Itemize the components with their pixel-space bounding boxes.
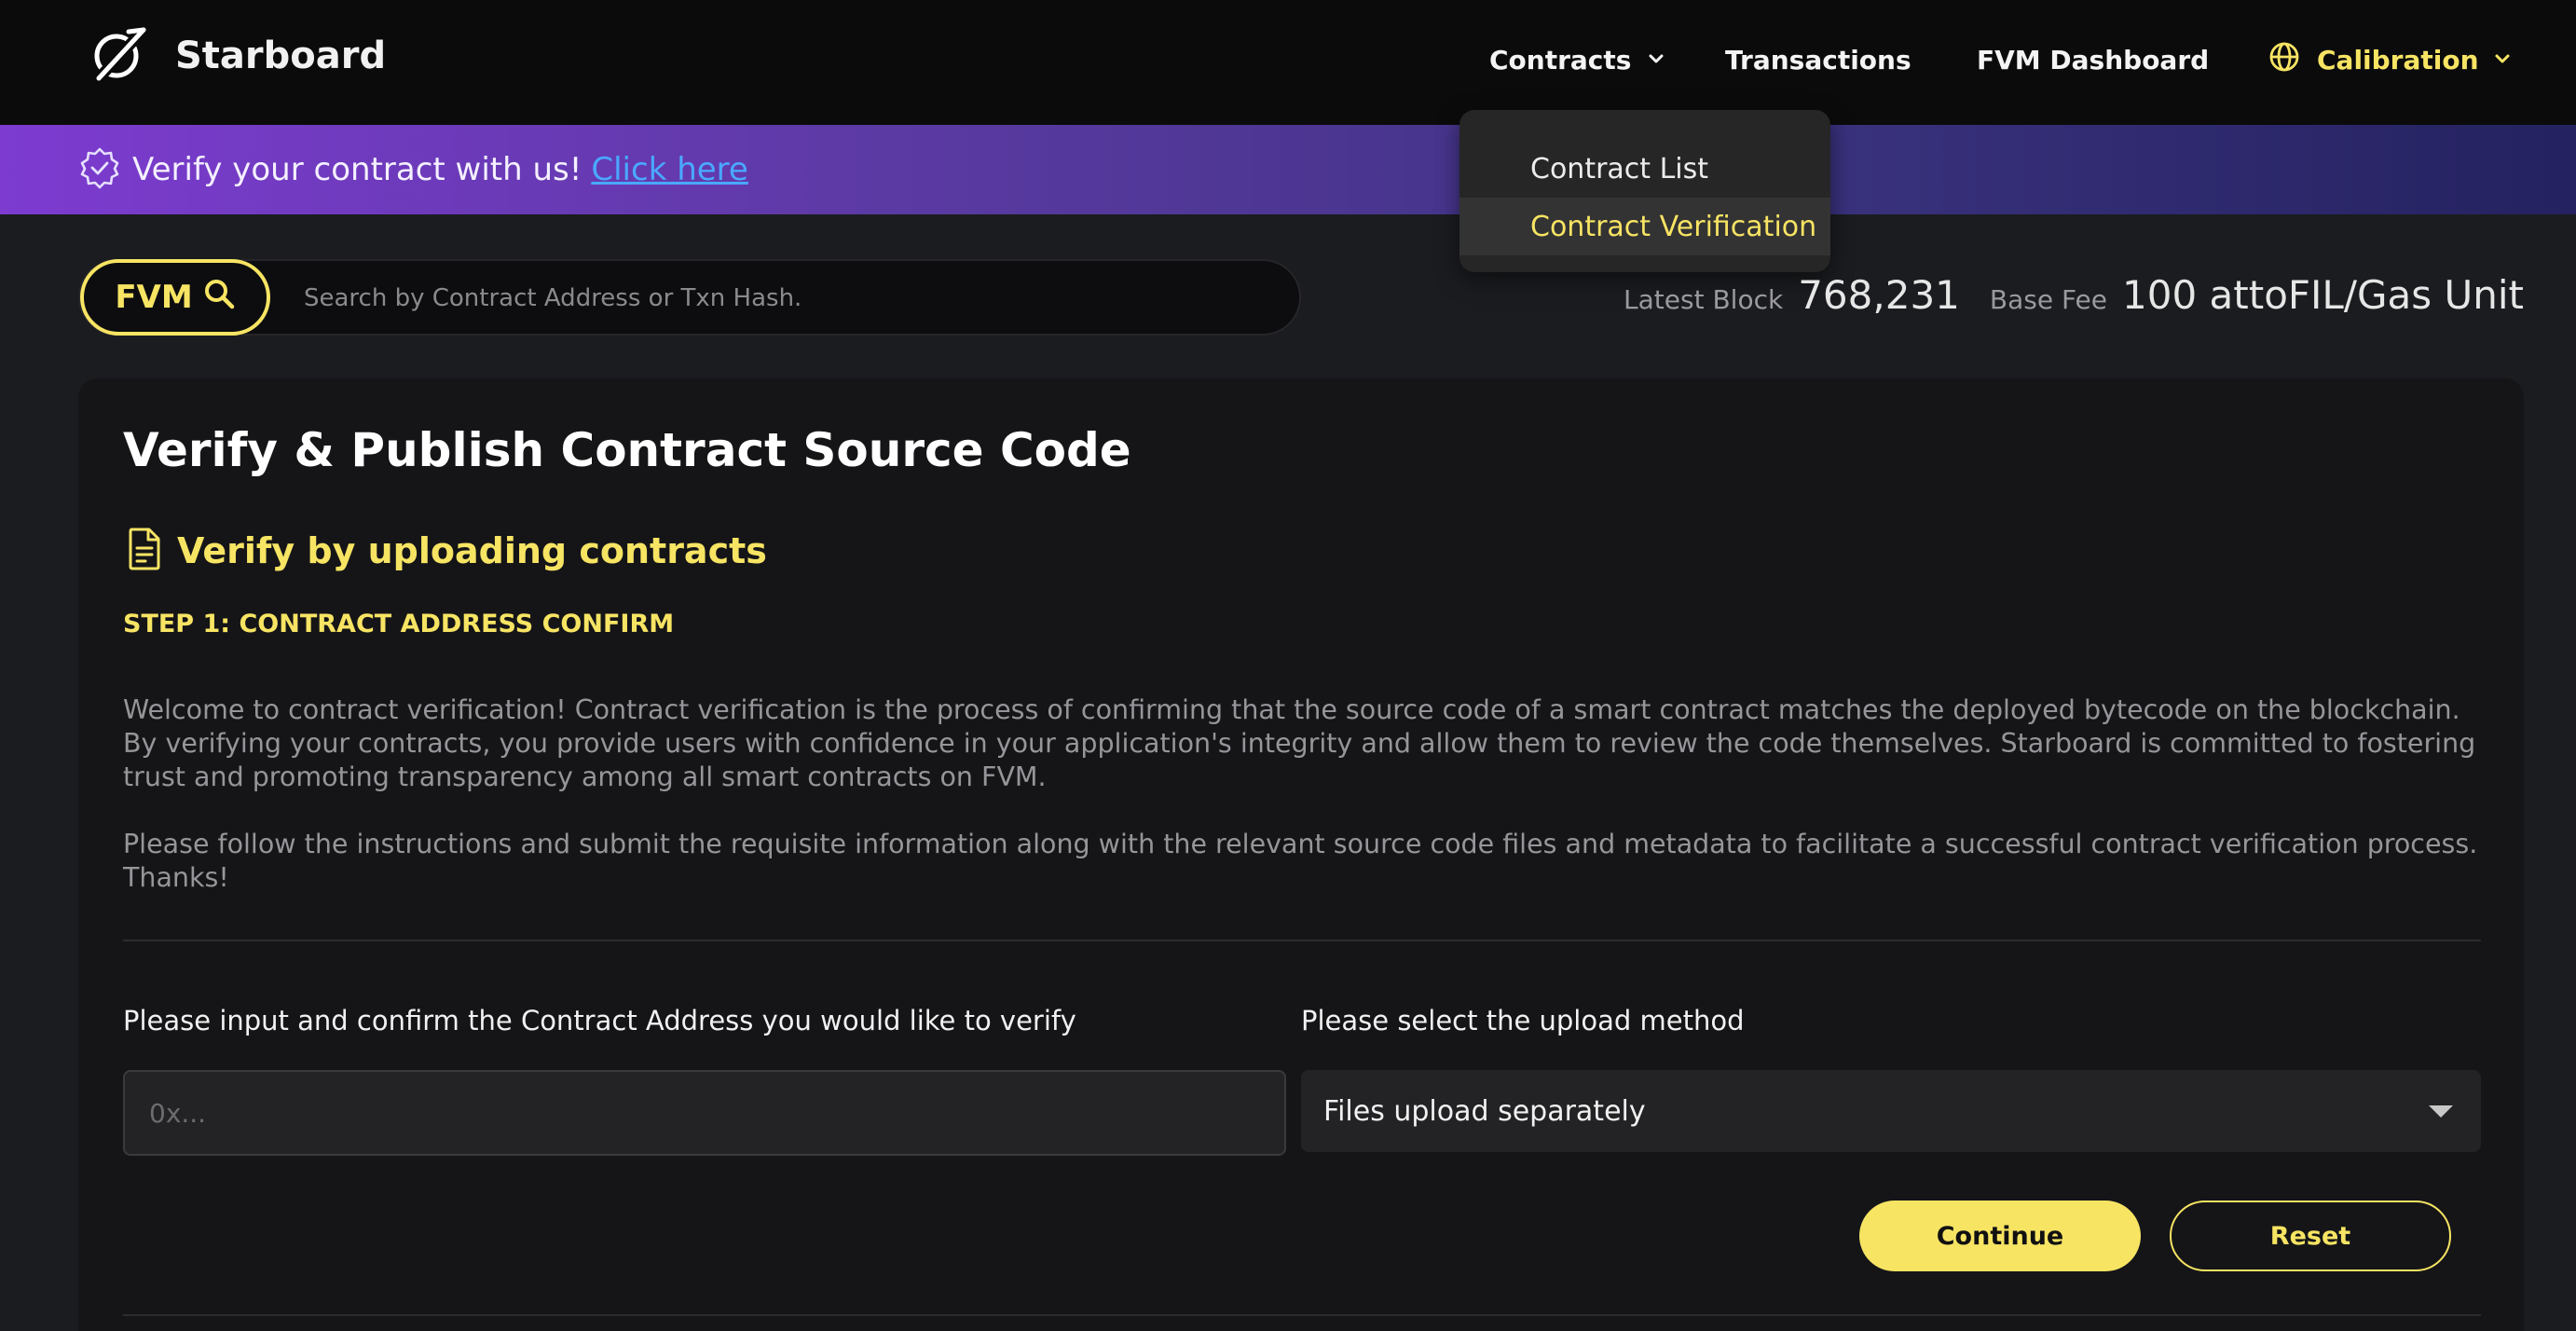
base-fee-value: 100 attoFIL/Gas Unit [2122,272,2524,318]
contract-address-input[interactable] [123,1070,1286,1156]
section-header: Verify by uploading contracts [123,526,767,576]
upload-method-label: Please select the upload method [1301,1005,1745,1036]
nav-fvm-dashboard[interactable]: FVM Dashboard [1977,39,2209,80]
latest-block-label: Latest Block [1624,284,1784,315]
base-fee-label: Base Fee [1989,284,2107,315]
nav-contracts-label: Contracts [1489,44,1632,75]
network-selector[interactable]: Calibration [2268,39,2513,80]
chain-stats: Latest Block 768,231 Base Fee 100 attoFI… [1624,272,2524,318]
search-input[interactable] [304,278,1273,319]
chevron-down-icon [2479,45,2513,75]
banner-text: Verify your contract with us! [132,151,582,188]
verify-card: Verify & Publish Contract Source Code Ve… [78,378,2524,1331]
menu-item-contract-list[interactable]: Contract List [1459,140,1830,198]
section-title: Verify by uploading contracts [177,530,767,571]
nav-transactions[interactable]: Transactions [1725,39,1911,80]
nav-contracts[interactable]: Contracts [1489,39,1666,80]
search-bar: FVM [78,259,1301,336]
starboard-logo-icon [86,24,151,88]
globe-icon [2268,41,2317,79]
verified-badge-icon [0,146,121,193]
divider [123,1314,2481,1316]
reset-button[interactable]: Reset [2170,1201,2451,1271]
network-label: Calibration [2317,44,2479,75]
top-navigation-bar: Starboard Contracts Transactions FVM Das… [0,0,2576,125]
page-title: Verify & Publish Contract Source Code [123,423,1131,477]
fvm-label: FVM [115,279,193,316]
instructions-paragraph: Please follow the instructions and submi… [123,829,2478,893]
step-heading: STEP 1: CONTRACT ADDRESS CONFIRM [123,610,675,638]
intro-paragraph: Welcome to contract verification! Contra… [123,694,2476,792]
brand[interactable]: Starboard [86,24,386,88]
banner-link[interactable]: Click here [591,151,747,188]
fvm-search-button[interactable]: FVM [80,259,270,336]
search-icon [193,277,236,319]
contract-address-label: Please input and confirm the Contract Ad… [123,1005,1076,1036]
menu-item-contract-verification[interactable]: Contract Verification [1459,198,1830,255]
document-icon [123,526,166,576]
latest-block-value: 768,231 [1798,272,1960,318]
divider [123,940,2481,941]
upload-method-select[interactable]: Files upload separately [1301,1070,2481,1152]
caret-down-icon [2429,1105,2453,1118]
brand-name: Starboard [175,34,387,77]
chevron-down-icon [1631,45,1666,75]
upload-method-value: Files upload separately [1323,1094,1646,1128]
verify-banner: Verify your contract with us! Click here [0,125,2576,214]
contracts-dropdown-menu: Contract List Contract Verification [1459,110,1830,272]
continue-button[interactable]: Continue [1859,1201,2141,1271]
